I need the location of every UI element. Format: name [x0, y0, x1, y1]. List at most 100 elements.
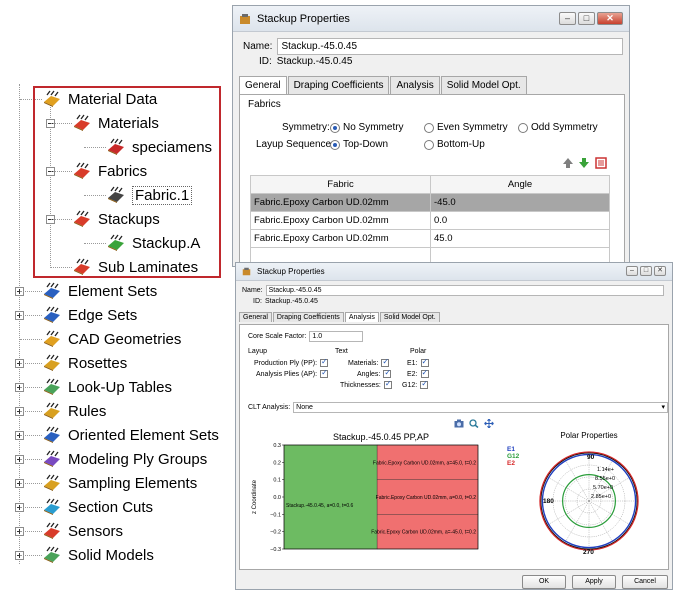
- maximize-button[interactable]: □: [640, 266, 652, 276]
- tree-item-modeling-ply-groups[interactable]: Modeling Ply Groups: [42, 448, 207, 470]
- clt-analysis-select[interactable]: None ▾: [293, 402, 668, 413]
- polar-grid-spoke: [564, 500, 590, 543]
- polar-radial-label: 2.85e+0: [591, 494, 611, 500]
- tab-draping-coefficients[interactable]: Draping Coefficients: [272, 312, 344, 322]
- tab-solid-model-opt-[interactable]: Solid Model Opt.: [379, 312, 440, 322]
- edge-sets-icon: [42, 306, 62, 324]
- radio-no-symmetry[interactable]: No Symmetry: [330, 122, 404, 133]
- symmetry-label: Symmetry:: [282, 122, 330, 133]
- angles-checkbox[interactable]: Angles:: [357, 368, 392, 378]
- tab-draping-coefficients[interactable]: Draping Coefficients: [287, 76, 390, 94]
- column-header-fabric[interactable]: Fabric: [250, 175, 431, 194]
- y-tick-label: 0.2: [273, 460, 281, 466]
- modeling-ply-groups-icon: [42, 450, 62, 468]
- angle-cell[interactable]: 45.0: [430, 229, 610, 248]
- tab-analysis[interactable]: Analysis: [390, 76, 440, 94]
- name-input[interactable]: Stackup.-45.0.45: [265, 285, 664, 296]
- camera-icon[interactable]: [454, 419, 464, 428]
- tab-general[interactable]: General: [239, 312, 272, 322]
- oriented-element-sets-icon: [42, 426, 62, 444]
- highlight-frame: [33, 86, 221, 278]
- fabric-cell[interactable]: Fabric.Epoxy Carbon UD.02mm: [250, 193, 431, 212]
- tab-general[interactable]: General: [239, 76, 287, 94]
- tree-item-sampling-elements[interactable]: Sampling Elements: [42, 472, 197, 494]
- y-tick-label: 0.3: [273, 443, 281, 449]
- element-sets-icon: [42, 282, 62, 300]
- materials-checkbox[interactable]: Materials:: [348, 357, 390, 367]
- tree-item-label: Element Sets: [68, 282, 158, 300]
- minimize-button[interactable]: –: [626, 266, 638, 276]
- sampling-elements-icon: [42, 474, 62, 492]
- cancel-button[interactable]: Cancel: [622, 575, 668, 589]
- radio-odd-symmetry[interactable]: Odd Symmetry: [518, 122, 598, 133]
- tree-item-edge-sets[interactable]: Edge Sets: [42, 304, 137, 326]
- tab-analysis[interactable]: Analysis: [344, 312, 379, 322]
- sensors-icon: [42, 522, 62, 540]
- ply-layer-label: Fabric.Epoxy Carbon UD.02mm, a=45.0, t=0…: [373, 460, 476, 466]
- solid-models-icon: [42, 546, 62, 564]
- layup-sequence-label: Layup Sequence:: [256, 139, 334, 150]
- g12-checkbox[interactable]: G12:: [402, 379, 429, 389]
- tree-item-solid-models[interactable]: Solid Models: [42, 544, 154, 566]
- tab-solid-model-opt-[interactable]: Solid Model Opt.: [440, 76, 527, 94]
- tree-item-label: CAD Geometries: [68, 330, 182, 348]
- name-input[interactable]: Stackup.-45.0.45: [277, 38, 624, 55]
- y-tick-label: 0.0: [273, 495, 281, 501]
- polar-title: Polar Properties: [560, 431, 617, 440]
- radio-top-down[interactable]: Top-Down: [330, 139, 388, 150]
- tree-item-cad-geometries[interactable]: CAD Geometries: [42, 328, 181, 350]
- tree-item-label: Sampling Elements: [68, 474, 198, 492]
- apply-button[interactable]: Apply: [572, 575, 616, 589]
- zoom-icon[interactable]: [469, 419, 479, 428]
- fabric-cell[interactable]: Fabric.Epoxy Carbon UD.02mm: [250, 211, 431, 230]
- polar-legend-entry: G12: [507, 453, 520, 460]
- tree-connector: [20, 315, 42, 316]
- tree-item-rosettes[interactable]: Rosettes: [42, 352, 127, 374]
- y-tick-label: 0.1: [273, 478, 281, 484]
- core-scale-input[interactable]: 1.0: [309, 331, 364, 342]
- ok-button[interactable]: OK: [522, 575, 566, 589]
- radio-bottom-up[interactable]: Bottom-Up: [424, 139, 485, 150]
- maximize-button[interactable]: □: [578, 12, 595, 25]
- tree-connector: [20, 387, 42, 388]
- production-ply-checkbox[interactable]: Production Ply (PP):: [254, 357, 329, 367]
- fabric-cell[interactable]: Fabric.Epoxy Carbon UD.02mm: [250, 229, 431, 248]
- y-tick-label: −0.2: [270, 530, 281, 536]
- tree-item-look-up-tables[interactable]: Look-Up Tables: [42, 376, 172, 398]
- move-up-icon[interactable]: [562, 157, 574, 169]
- tree-connector: [20, 291, 42, 292]
- delete-row-icon[interactable]: [595, 157, 608, 169]
- thicknesses-checkbox[interactable]: Thicknesses:: [340, 379, 392, 389]
- analysis-plies-checkbox[interactable]: Analysis Plies (AP):: [256, 368, 329, 378]
- pan-icon[interactable]: [484, 419, 494, 428]
- close-button[interactable]: ✕: [597, 12, 623, 25]
- polar-radial-label: 5.70e+0: [593, 485, 613, 491]
- tree-connector: [20, 507, 42, 508]
- tree-item-label: Edge Sets: [68, 306, 138, 324]
- tree-connector: [20, 531, 42, 532]
- e2-checkbox[interactable]: E2:: [407, 368, 429, 378]
- angle-cell[interactable]: -45.0: [430, 193, 610, 212]
- section-cuts-icon: [42, 498, 62, 516]
- table-row[interactable]: Fabric.Epoxy Carbon UD.02mm -45.0: [250, 193, 610, 212]
- move-down-icon[interactable]: [578, 157, 590, 169]
- id-label: ID:: [259, 56, 272, 67]
- analysis-tab-panel: Core Scale Factor: 1.0 Layup Production …: [239, 324, 669, 570]
- tree-item-rules[interactable]: Rules: [42, 400, 106, 422]
- minimize-button[interactable]: –: [559, 12, 576, 25]
- angle-cell[interactable]: 0.0: [430, 211, 610, 230]
- tree-item-element-sets[interactable]: Element Sets: [42, 280, 157, 302]
- polar-radial-label: 8.55e+0: [595, 476, 615, 482]
- column-header-angle[interactable]: Angle: [430, 175, 610, 194]
- y-tick-label: −0.1: [270, 512, 281, 518]
- id-value: Stackup.-45.0.45: [264, 298, 318, 305]
- tree-item-section-cuts[interactable]: Section Cuts: [42, 496, 153, 518]
- table-row[interactable]: Fabric.Epoxy Carbon UD.02mm 0.0: [250, 211, 610, 230]
- fabrics-group-label: Fabrics: [248, 99, 281, 110]
- close-button[interactable]: ✕: [654, 266, 666, 276]
- tree-item-sensors[interactable]: Sensors: [42, 520, 123, 542]
- radio-even-symmetry[interactable]: Even Symmetry: [424, 122, 508, 133]
- table-row[interactable]: Fabric.Epoxy Carbon UD.02mm 45.0: [250, 229, 610, 248]
- e1-checkbox[interactable]: E1:: [407, 357, 429, 367]
- tree-item-oriented-element-sets[interactable]: Oriented Element Sets: [42, 424, 219, 446]
